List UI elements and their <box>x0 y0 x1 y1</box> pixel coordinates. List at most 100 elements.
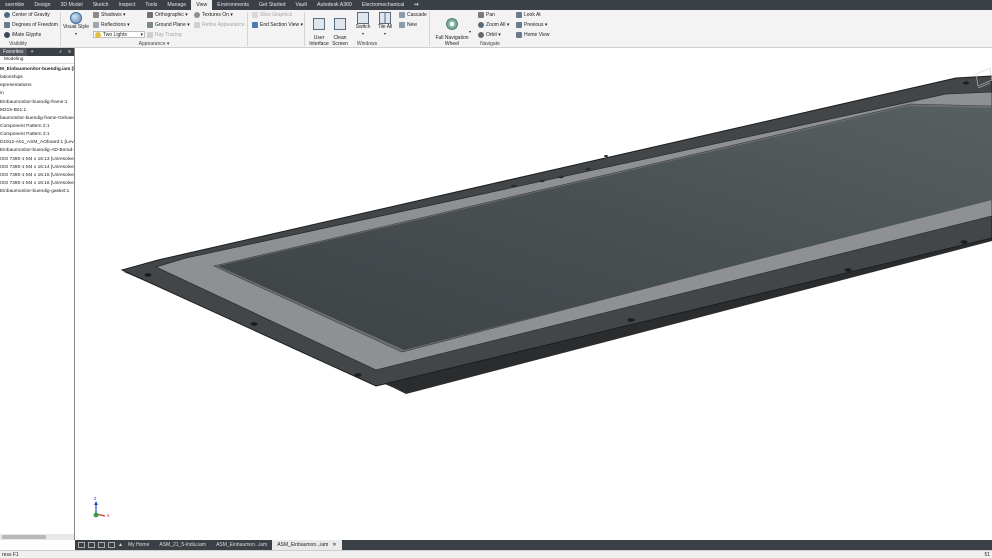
tree-node[interactable]: lationships <box>0 74 74 82</box>
tree-node[interactable]: baumonitor-buendig-frame-Gehaeuse: <box>0 115 74 123</box>
end-section-view-button[interactable]: End Section View ▾ <box>252 21 303 29</box>
tree-node[interactable]: Einbaumonitor-buendig-gasket:1 <box>0 188 74 196</box>
model-tree: M_Einbaumonitor-buendig.iam [l lationship… <box>0 64 74 196</box>
textures-on-button[interactable]: Textures On ▾ <box>194 11 233 19</box>
tile-all-icon <box>379 12 391 24</box>
new-window-button[interactable]: New <box>399 21 417 29</box>
tree-node[interactable]: Component Pattern 3:1 <box>0 131 74 139</box>
search-icon[interactable]: ⌕ <box>59 49 62 55</box>
menu-bar: ssemble Design 3D Model Sketch Inspect Tools M… <box>0 0 992 10</box>
ray-tracing-icon <box>147 32 153 38</box>
chevron-down-icon[interactable]: ▾ <box>469 29 471 34</box>
tile-all-button[interactable]: Tile All ▾ <box>375 12 395 36</box>
tree-root-node[interactable]: M_Einbaumonitor-buendig.iam [l <box>0 66 74 74</box>
menu-tab[interactable]: Sketch <box>88 0 114 10</box>
menu-tab[interactable]: Design <box>29 0 55 10</box>
orbit-button[interactable]: Orbit ▾ <box>478 31 501 39</box>
menu-tab[interactable]: Environments <box>212 0 254 10</box>
tile-horizontal-icon[interactable] <box>88 542 95 548</box>
menu-tab[interactable]: Inspect <box>114 0 141 10</box>
tree-node[interactable]: D1912-A01_ASM_AOboard:1 [Levelof <box>0 139 74 147</box>
menu-tab[interactable]: ssemble <box>0 0 29 10</box>
menu-tab[interactable]: 3D Model <box>55 0 87 10</box>
lighting-select[interactable]: Two Lights ▾ <box>93 31 145 38</box>
tree-node[interactable]: ISO 7380-1 M4 x 16:13 [Unresolved] <box>0 156 74 164</box>
shadows-icon <box>93 12 99 18</box>
visual-style-button[interactable]: Visual Style ▾ <box>62 12 90 36</box>
end-section-view-icon <box>252 22 258 28</box>
look-at-button[interactable]: Look At <box>516 11 541 19</box>
ground-plane-icon <box>147 22 153 28</box>
shadows-button[interactable]: Shadows ▾ <box>93 11 125 19</box>
cascade-button[interactable]: Cascade <box>399 11 427 19</box>
pan-button[interactable]: Pan <box>478 11 495 19</box>
lighting-value: Two Lights <box>103 31 127 38</box>
zoom-all-label: Zoom All <box>486 22 506 28</box>
document-tab[interactable]: ASM_21_5-Indiu.iam <box>154 540 211 550</box>
menu-icon[interactable]: ≡ <box>68 49 71 55</box>
my-home-tab[interactable]: My Home <box>123 540 154 550</box>
light-bulb-icon <box>95 31 101 38</box>
tree-node[interactable]: ISO 7380-1 M4 x 16:15 [Unresolved] <box>0 172 74 180</box>
center-of-gravity-button[interactable]: Center of Gravity <box>4 11 50 19</box>
browser-horizontal-scrollbar[interactable] <box>0 534 74 540</box>
tree-node[interactable]: Einbaumonitor-buendig-AD-Borad-Geh <box>0 147 74 155</box>
zoom-icon <box>478 22 484 28</box>
visibility-group: Center of Gravity Degrees of Freedom iMa… <box>0 10 60 48</box>
tree-node[interactable]: ISO 7380-1 M4 x 16:14 [Unresolved] <box>0 164 74 172</box>
menu-tab[interactable]: ▪▾ <box>409 0 423 10</box>
favorites-tab[interactable]: Favorites <box>0 48 27 56</box>
document-tab-label: ASM_Einbaumon...iam <box>216 542 268 548</box>
appearance-group: Visual Style ▾ Shadows ▾ Reflections ▾ T… <box>61 10 247 48</box>
home-view-button[interactable]: Home View <box>516 31 549 39</box>
tree-node[interactable]: ISO 7380-1 M4 x 16:16 [Unresolved] <box>0 180 74 188</box>
menu-tab[interactable]: View <box>191 0 213 10</box>
graphics-viewport[interactable]: x z <box>76 48 992 540</box>
degrees-of-freedom-button[interactable]: Degrees of Freedom <box>4 21 58 29</box>
imate-glyphs-icon <box>4 32 10 38</box>
refine-appearance-button[interactable]: Refine Appearance <box>194 21 245 29</box>
menu-tab[interactable]: Autodesk A360 <box>312 0 357 10</box>
document-tab-label: ASM_21_5-Indiu.iam <box>159 542 207 548</box>
document-tab-bar: ▲ My Home ASM_21_5-Indiu.iam ASM_Einbaumon… <box>75 540 992 550</box>
menu-tab[interactable]: Electromechanical <box>357 0 409 10</box>
tree-node[interactable]: Einbaumonitor-buendig-frame:1 <box>0 99 74 107</box>
home-view-label: Home View <box>524 32 550 38</box>
close-icon[interactable]: ✕ <box>332 542 336 548</box>
menu-tab[interactable]: Vault <box>291 0 312 10</box>
tree-node[interactable]: Component Pattern 2:1 <box>0 123 74 131</box>
previous-view-button[interactable]: Previous ▾ <box>516 21 547 29</box>
scrollbar-thumb[interactable] <box>2 535 46 539</box>
menu-tab[interactable]: Get Started <box>254 0 291 10</box>
reflections-button[interactable]: Reflections ▾ <box>93 21 130 29</box>
document-tab[interactable]: ASM_Einbaumon...iam ✕ <box>272 540 342 550</box>
refine-appearance-icon <box>194 22 200 28</box>
ground-plane-label: Ground Plane <box>155 22 186 28</box>
slice-graphics-button[interactable]: Slice Graphics <box>252 11 292 19</box>
tree-node[interactable]: epresentations <box>0 82 74 90</box>
modeling-mode[interactable]: Modeling <box>0 56 74 64</box>
tile-vertical-icon[interactable] <box>98 542 105 548</box>
navigate-group-label: Navigate <box>480 41 500 47</box>
tab-layout-icon[interactable] <box>78 542 85 548</box>
zoom-all-button[interactable]: Zoom All ▾ <box>478 21 509 29</box>
orthographic-button[interactable]: Orthographic ▾ <box>147 11 188 19</box>
add-tab-button[interactable]: + <box>31 49 34 55</box>
document-tab[interactable]: ASM_Einbaumon...iam <box>211 540 272 550</box>
ray-tracing-button[interactable]: Ray Tracing <box>147 31 182 39</box>
ground-plane-button[interactable]: Ground Plane ▾ <box>147 21 190 29</box>
tree-node[interactable]: M215-B01:1 <box>0 107 74 115</box>
look-at-label: Look At <box>524 12 541 18</box>
model-browser: Favorites + ⌕ ≡ Modeling M_Einbaumonitor… <box>0 48 75 540</box>
menu-tab[interactable]: Manage <box>162 0 191 10</box>
reflections-label: Reflections <box>101 22 126 28</box>
navigate-group: Full Navigation Wheel ▾ Pan Zoom All ▾ O… <box>430 10 560 48</box>
menu-tab[interactable]: Tools <box>140 0 162 10</box>
cascade-icon[interactable] <box>108 542 115 548</box>
tree-node[interactable]: in <box>0 90 74 98</box>
switch-window-icon <box>357 12 369 24</box>
look-at-icon <box>516 12 522 18</box>
switch-button[interactable]: Switch ▾ <box>353 12 373 36</box>
orbit-label: Orbit <box>486 32 497 38</box>
imate-glyphs-button[interactable]: iMate Glyphs <box>4 31 41 39</box>
